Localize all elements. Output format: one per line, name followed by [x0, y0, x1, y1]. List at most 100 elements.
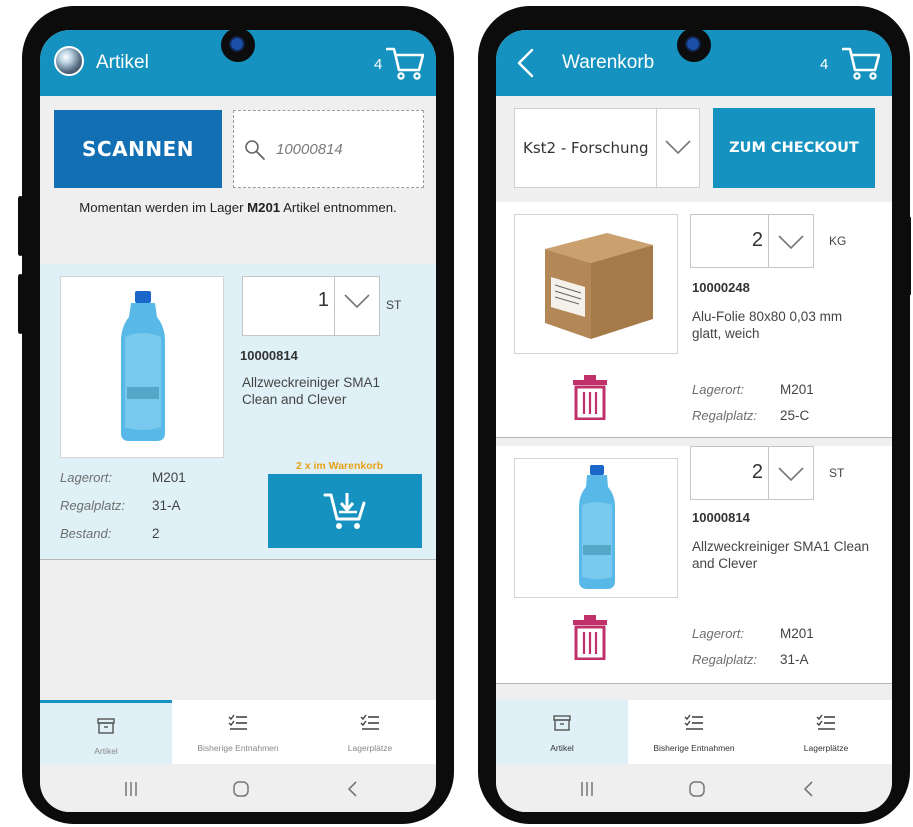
- regalplatz-label: Regalplatz:: [692, 652, 758, 667]
- chevron-down-icon[interactable]: [778, 466, 804, 482]
- bestand-label: Bestand:: [60, 526, 112, 541]
- nav-tab-bisherige-entnahmen[interactable]: Bisherige Entnahmen: [628, 700, 760, 764]
- shopping-cart-icon[interactable]: [842, 46, 880, 80]
- bottom-navigation: Artikel Bisherige Entnahmen Lagerplätze: [40, 700, 436, 764]
- trash-icon[interactable]: [572, 614, 608, 660]
- screen-articles: Artikel 4 SCANNEN 10000814 Momentan werd…: [40, 30, 436, 812]
- quantity-selector[interactable]: 2: [690, 446, 814, 500]
- lagerort-value: M201: [780, 626, 814, 641]
- unit-label: ST: [386, 298, 402, 312]
- nav-label: Lagerplätze: [347, 743, 393, 753]
- quantity-value: 2: [751, 229, 763, 251]
- phone-left: Artikel 4 SCANNEN 10000814 Momentan werd…: [18, 6, 454, 824]
- search-icon: [245, 140, 265, 160]
- screen-cart: Warenkorb 4 Kst2 - Forschung ZUM CHECKOU…: [496, 30, 892, 812]
- scan-button[interactable]: SCANNEN: [54, 110, 222, 188]
- chevron-down-icon[interactable]: [778, 234, 804, 250]
- system-navigation: [40, 764, 436, 812]
- regalplatz-value: 25-C: [780, 408, 810, 423]
- article-number: 10000248: [692, 280, 750, 295]
- checklist-icon: [684, 714, 703, 730]
- chevron-down-icon[interactable]: [344, 293, 370, 309]
- recent-apps-icon[interactable]: [578, 780, 596, 798]
- lagerort-label: Lagerort:: [60, 470, 113, 485]
- quantity-value: 2: [751, 461, 763, 483]
- page-title: Warenkorb: [562, 52, 655, 73]
- article-number: 10000814: [240, 348, 298, 363]
- nav-label: Bisherige Entnahmen: [653, 743, 735, 753]
- lagerort-label: Lagerort:: [692, 382, 745, 397]
- back-nav-icon[interactable]: [800, 780, 818, 798]
- lagerort-value: M201: [152, 470, 186, 485]
- cleaner-bottle-image: [121, 291, 165, 441]
- regalplatz-label: Regalplatz:: [692, 408, 758, 423]
- checklist-icon: [228, 714, 247, 730]
- recent-apps-icon[interactable]: [122, 780, 140, 798]
- warehouse-info: Momentan werden im Lager M201 Artikel en…: [40, 200, 436, 215]
- back-arrow-icon[interactable]: [514, 48, 538, 78]
- quantity-selector[interactable]: 2: [690, 214, 814, 268]
- archive-icon: [553, 715, 571, 731]
- search-value: 10000814: [276, 141, 343, 158]
- cleaner-bottle-image: [579, 465, 615, 589]
- power-button: [906, 216, 911, 296]
- article-description-line1: Allzweckreiniger SMA1: [242, 375, 381, 390]
- trash-icon[interactable]: [572, 374, 608, 420]
- nav-tab-artikel[interactable]: Artikel: [40, 700, 172, 764]
- home-icon[interactable]: [232, 780, 250, 798]
- app-logo-icon[interactable]: [54, 46, 84, 76]
- warehouse-code: M201: [247, 200, 281, 215]
- lagerort-value: M201: [780, 382, 814, 397]
- divider: [768, 215, 769, 267]
- volume-button: [18, 274, 23, 334]
- nav-tab-bisherige-entnahmen[interactable]: Bisherige Entnahmen: [172, 700, 304, 764]
- phone-right: Warenkorb 4 Kst2 - Forschung ZUM CHECKOU…: [478, 6, 911, 824]
- cart-item: 2 KG 10000248 Alu-Folie 80x80 0,03 mm gl…: [496, 202, 892, 438]
- regalplatz-value: 31-A: [780, 652, 809, 667]
- checklist-icon: [360, 714, 379, 730]
- nav-label: Bisherige Entnahmen: [197, 743, 279, 753]
- product-image: [514, 214, 678, 354]
- article-description-line2: and Clever: [692, 556, 758, 571]
- regalplatz-label: Regalplatz:: [60, 498, 126, 513]
- nav-tab-lagerplaetze[interactable]: Lagerplätze: [760, 700, 892, 764]
- nav-label: Artikel: [550, 743, 574, 753]
- article-card: 1 ST 10000814 Allzweckreiniger SMA1 Clea…: [40, 264, 436, 560]
- unit-label: KG: [829, 234, 847, 248]
- cost-center-value: Kst2 - Forschung: [523, 139, 649, 157]
- divider: [768, 447, 769, 499]
- warehouse-info-suffix: Artikel entnommen.: [280, 200, 397, 215]
- nav-tab-artikel[interactable]: Artikel: [496, 700, 628, 764]
- back-nav-icon[interactable]: [344, 780, 362, 798]
- article-description-line2: glatt, weich: [692, 326, 760, 341]
- nav-label: Lagerplätze: [803, 743, 849, 753]
- divider: [334, 277, 335, 335]
- product-image: [514, 458, 678, 598]
- article-description-line1: Alu-Folie 80x80 0,03 mm: [692, 309, 843, 324]
- warehouse-info-prefix: Momentan werden im Lager: [79, 200, 248, 215]
- unit-label: ST: [829, 466, 845, 480]
- chevron-down-icon[interactable]: [665, 139, 691, 155]
- home-icon[interactable]: [688, 780, 706, 798]
- divider: [656, 109, 657, 187]
- add-to-cart-button[interactable]: [268, 474, 422, 548]
- quantity-selector[interactable]: 1: [242, 276, 380, 336]
- page-title: Artikel: [96, 52, 149, 73]
- volume-button: [18, 196, 23, 256]
- article-description-line2: Clean and Clever: [242, 392, 347, 407]
- bestand-value: 2: [152, 526, 160, 541]
- system-navigation: [496, 764, 892, 812]
- nav-label: Artikel: [94, 746, 118, 756]
- article-number: 10000814: [692, 510, 750, 525]
- cart-item: 2 ST 10000814 Allzweckreiniger SMA1 Clea…: [496, 446, 892, 684]
- cardboard-box-image: [545, 233, 653, 339]
- checkout-button[interactable]: ZUM CHECKOUT: [713, 108, 875, 188]
- quantity-value: 1: [317, 289, 329, 311]
- shopping-cart-icon[interactable]: [386, 46, 424, 80]
- cost-center-select[interactable]: Kst2 - Forschung: [514, 108, 700, 188]
- cart-count: 4: [374, 56, 383, 73]
- article-description-line1: Allzweckreiniger SMA1 Clean: [692, 539, 870, 554]
- regalplatz-value: 31-A: [152, 498, 181, 513]
- search-input[interactable]: 10000814: [233, 110, 424, 188]
- nav-tab-lagerplaetze[interactable]: Lagerplätze: [304, 700, 436, 764]
